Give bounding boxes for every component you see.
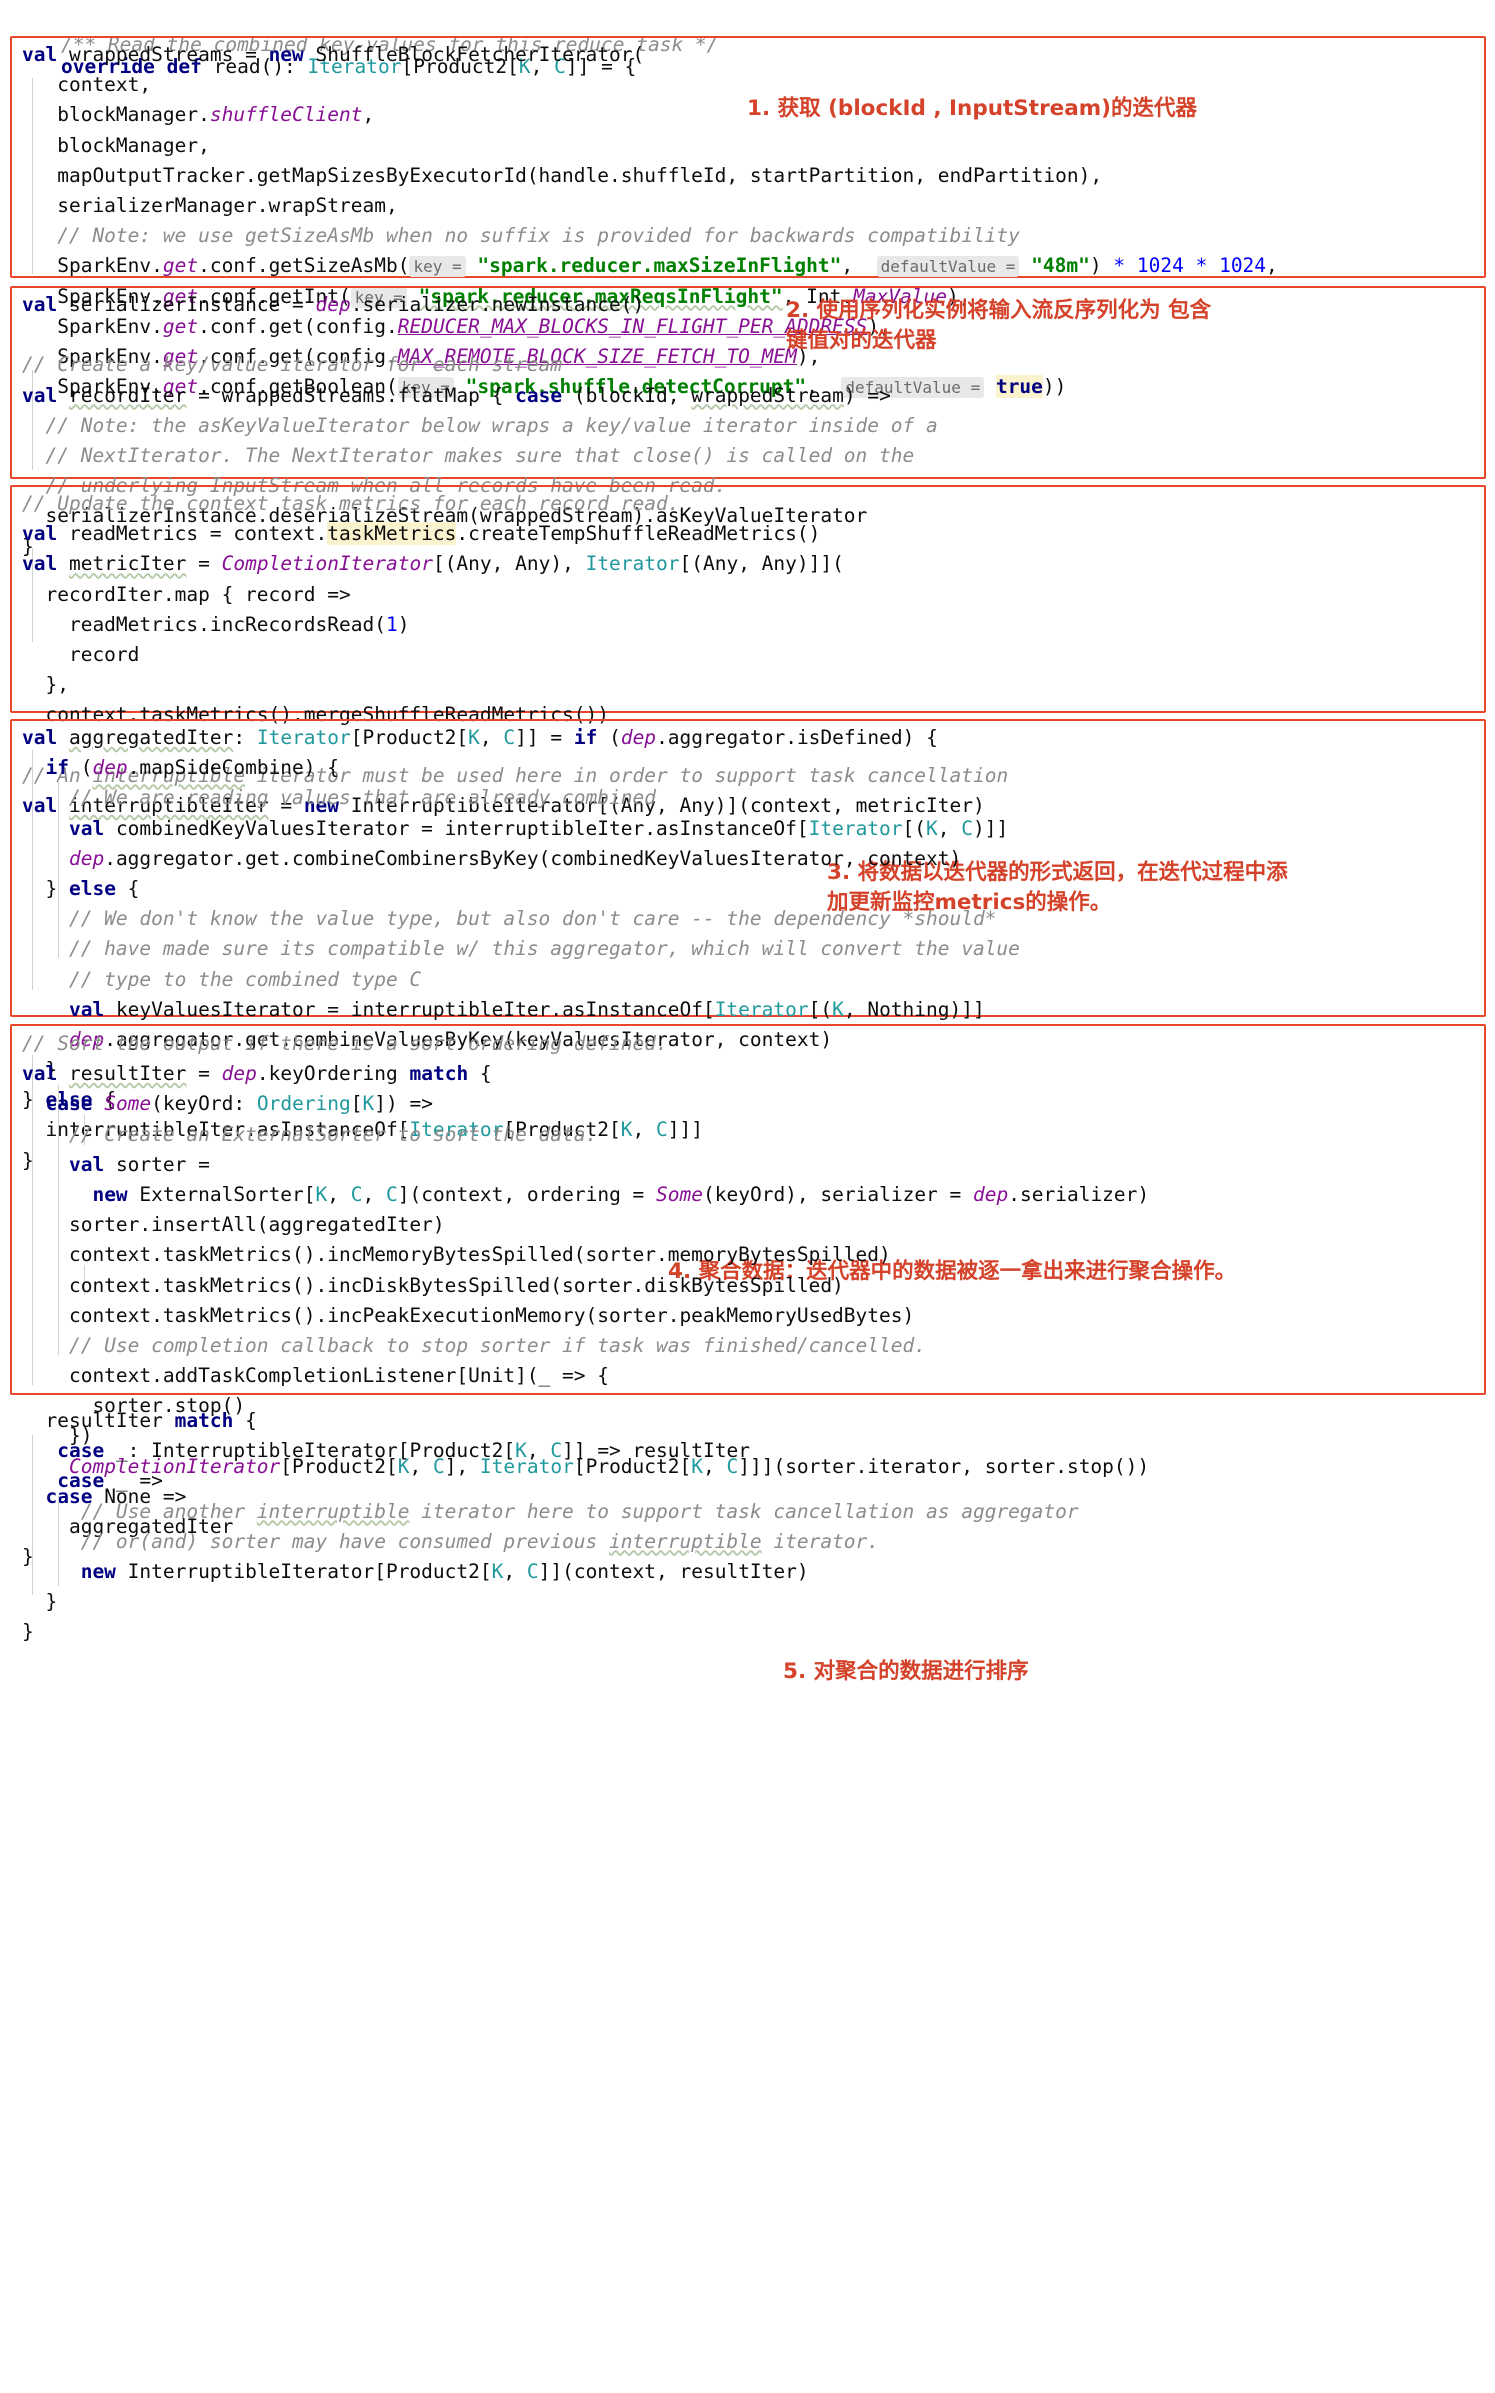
code-line: context.taskMetrics().incMemoryBytesSpil…: [22, 1243, 891, 1267]
code-line: case _ =>: [57, 1469, 163, 1493]
code-line: dep.aggregator.get.combineCombinersByKey…: [68, 846, 962, 870]
code-line: case Some(keyOrd: Ordering[K]) =>: [45, 1092, 433, 1116]
code-comment-line: // or(and) sorter may have consumed prev…: [22, 1529, 880, 1553]
code-line: val resultIter = dep.keyOrdering match {: [22, 1062, 492, 1086]
annotation-label-2: 2. 使用序列化实例将输入流反序列化为 包含 键值对的迭代器: [786, 296, 1211, 356]
code-comment-line: // Note: we use getSizeAsMb when no suff…: [22, 224, 1020, 248]
code-editor-view: /** Read the combined key-values for thi…: [0, 0, 1495, 2393]
code-comment-line: // Use completion callback to stop sorte…: [22, 1333, 926, 1357]
code-comment-line: // Create an ExternalSorter to sort the …: [22, 1122, 598, 1146]
code-line: context.addTaskCompletionListener[Unit](…: [22, 1364, 609, 1388]
code-line: blockManager,: [22, 133, 210, 157]
code-comment-line: // Update the context task metrics for e…: [22, 492, 680, 515]
code-line: sorter.insertAll(aggregatedIter): [22, 1213, 445, 1237]
code-line: context.taskMetrics().incPeakExecutionMe…: [22, 1303, 915, 1327]
annotation-label-5: 5. 对聚合的数据进行排序: [783, 1659, 1029, 1684]
code-line: context.taskMetrics().incDiskBytesSpille…: [22, 1273, 844, 1297]
code-line: record: [22, 642, 140, 666]
code-line: val metricIter = CompletionIterator[(Any…: [22, 552, 844, 576]
code-line: if (dep.mapSideCombine) {: [45, 756, 340, 780]
annotation-2-line2: 键值对的迭代器: [786, 328, 937, 353]
code-line: }: [22, 1590, 58, 1614]
param-hint-key: key =: [409, 256, 466, 278]
code-line: new ExternalSorter[K, C, C](context, ord…: [92, 1182, 1150, 1206]
code-comment-line: // Use another interruptible iterator he…: [22, 1499, 1079, 1523]
code-line: }: [22, 1620, 34, 1644]
annotation-2-line1: 2. 使用序列化实例将输入流反序列化为 包含: [786, 298, 1212, 323]
code-line: },: [22, 673, 69, 697]
code-line: case _: InterruptibleIterator[Product2[K…: [57, 1439, 750, 1463]
param-hint-default: defaultValue =: [876, 256, 1020, 278]
code-block-footer: resultIter match { case _: Interruptible…: [8, 1406, 1079, 1648]
code-line: val keyValuesIterator = interruptibleIte…: [68, 997, 985, 1021]
code-line: val combinedKeyValuesIterator = interrup…: [68, 816, 1009, 840]
code-line: val readMetrics = context.taskMetrics.cr…: [22, 522, 821, 546]
code-line: mapOutputTracker.getMapSizesByExecutorId…: [22, 163, 1103, 187]
code-comment-line: // Sort the output if there is a sort or…: [22, 1032, 668, 1055]
code-line: SparkEnv.get.conf.getSizeAsMb(key = "spa…: [22, 254, 1278, 278]
code-line: recordIter.map { record =>: [22, 582, 351, 606]
code-line: val wrappedStreams = new ShuffleBlockFet…: [22, 43, 645, 66]
code-comment-line: // We don't know the value type, but als…: [22, 907, 997, 931]
code-line: serializerManager.wrapStream,: [22, 193, 398, 217]
code-comment-line: // We are reading values that are alread…: [22, 786, 656, 810]
code-line: } else {: [22, 876, 140, 900]
code-comment-line: // Note: the asKeyValueIterator below wr…: [22, 413, 938, 437]
code-line: resultIter match {: [22, 1409, 257, 1432]
code-comment-line: // have made sure its compatible w/ this…: [22, 937, 1020, 961]
code-line: new InterruptibleIterator[Product2[K, C]…: [80, 1559, 809, 1583]
annotation-label-1: 1. 获取 (blockId , InputStream)的迭代器: [747, 96, 1197, 121]
code-line: val aggregatedIter: Iterator[Product2[K,…: [22, 726, 938, 749]
code-comment-line: // NextIterator. The NextIterator makes …: [22, 443, 915, 467]
code-comment-line: // type to the combined type C: [22, 967, 422, 991]
code-line: val recordIter = wrappedStreams.flatMap …: [22, 383, 891, 407]
code-line: readMetrics.incRecordsRead(1): [22, 612, 410, 636]
code-line: val sorter =: [68, 1152, 210, 1176]
